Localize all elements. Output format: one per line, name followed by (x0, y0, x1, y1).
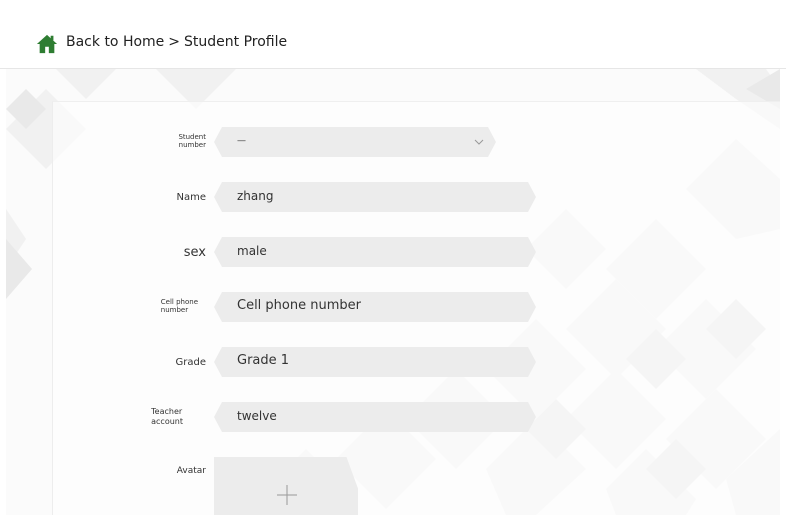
student-number-label-line1: Student (178, 133, 206, 141)
page-header: Back to Home > Student Profile (0, 0, 786, 69)
avatar-row: Avatar (0, 462, 786, 492)
grade-row: Grade Grade 1 (0, 347, 786, 377)
student-number-select[interactable]: — (214, 127, 496, 157)
back-to-home-link[interactable]: Back to Home (66, 34, 164, 50)
breadcrumb-separator: > (168, 34, 181, 50)
student-number-label-line2: number (178, 141, 206, 150)
name-field[interactable]: zhang (214, 182, 536, 212)
cell-phone-field[interactable]: Cell phone number (214, 292, 536, 322)
cell-phone-row: Cell phone number Cell phone number (0, 292, 786, 322)
sex-value: male (237, 244, 267, 258)
breadcrumb-current: Student Profile (184, 34, 288, 50)
teacher-account-value: twelve (237, 409, 277, 423)
chevron-down-icon[interactable] (474, 137, 484, 147)
teacher-account-label-line1: Teacher (151, 407, 183, 416)
avatar-label: Avatar (176, 466, 206, 476)
student-number-label: Student number (178, 133, 206, 150)
teacher-account-field[interactable]: twelve (214, 402, 536, 432)
cell-phone-label-line1: Cell phone (160, 298, 198, 306)
cell-phone-label-line2: number (160, 306, 189, 315)
teacher-account-label: Teacher account (151, 407, 183, 426)
breadcrumb: Back to Home > Student Profile (66, 34, 287, 50)
name-label: Name (176, 192, 206, 203)
sex-label: sex (183, 245, 206, 260)
page: Back to Home > Student Profile Student num… (0, 0, 786, 515)
student-number-row: Student number — (0, 127, 786, 157)
home-icon[interactable] (36, 33, 58, 55)
student-number-value: — (237, 136, 246, 146)
grade-field[interactable]: Grade 1 (214, 347, 536, 377)
name-row: Name zhang (0, 182, 786, 212)
grade-label: Grade (175, 357, 207, 368)
plus-icon[interactable] (276, 484, 298, 506)
teacher-account-label-line2: account (151, 416, 183, 426)
cell-phone-value: Cell phone number (237, 298, 361, 313)
cell-phone-label: Cell phone number (161, 298, 198, 315)
grade-value: Grade 1 (237, 353, 290, 368)
sex-row: sex male (0, 237, 786, 267)
sex-field[interactable]: male (214, 237, 536, 267)
name-value: zhang (237, 189, 274, 203)
teacher-account-row: Teacher account twelve (0, 402, 786, 432)
